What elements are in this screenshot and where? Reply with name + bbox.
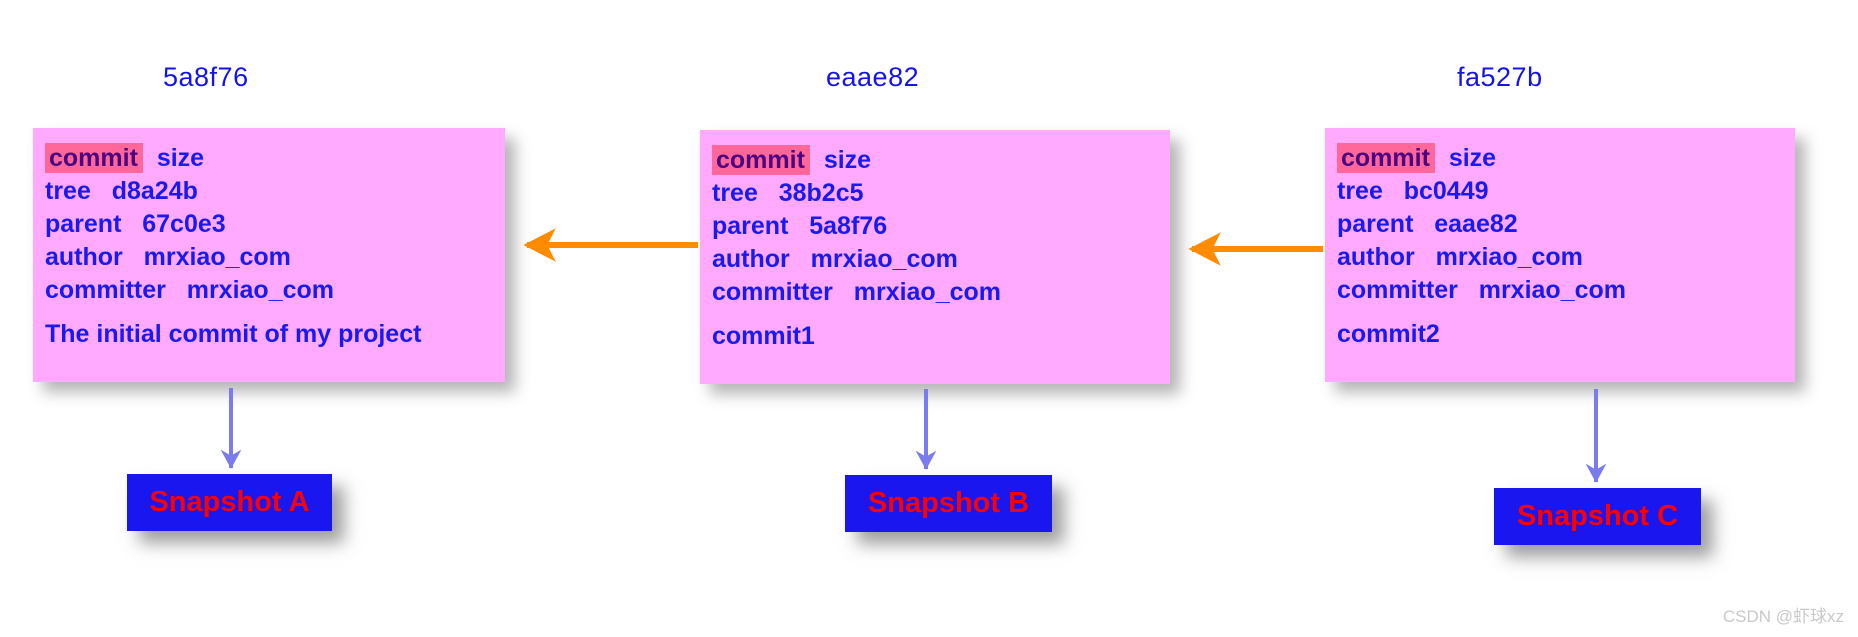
commit-object-box-1: commit size tree d8a24b parent 67c0e3 au… [33, 128, 505, 382]
commit-message-1: The initial commit of my project [45, 320, 422, 348]
commit-header-line-3: commit size [1325, 142, 1795, 175]
commit-keyword-highlight-3: commit [1337, 143, 1435, 173]
field-value: 38b2c5 [778, 179, 864, 207]
commit-field-line-1-tree: tree d8a24b [33, 175, 505, 208]
commit-keyword-highlight-1: commit [45, 143, 143, 173]
commit-field-line-1-committer: committer mrxiao_com [33, 274, 505, 307]
commit-keyword-highlight-2: commit [712, 145, 810, 175]
commit-field-line-3-parent: parent eaae82 [1325, 208, 1795, 241]
field-value: eaae82 [1434, 210, 1518, 238]
commit-hash-caption-3: fa527b [1457, 62, 1543, 92]
diagram-canvas: 5a8f76 eaae82 fa527b commit size tree d8… [0, 0, 1858, 637]
snapshot-label-b: Snapshot B [867, 487, 1030, 519]
commit-object-box-2: commit size tree 38b2c5 parent 5a8f76 au… [700, 130, 1170, 384]
field-value: 67c0e3 [142, 210, 226, 238]
field-key: parent [45, 210, 122, 238]
field-key: author [712, 245, 790, 273]
csdn-watermark: CSDN @虾球xz [1722, 607, 1844, 626]
commit-size-label-1 [143, 144, 157, 172]
commit-size-value-1: size [156, 144, 205, 172]
field-key: committer [712, 278, 833, 306]
commit-message-2: commit1 [712, 322, 815, 350]
commit-hash-caption-2: eaae82 [826, 62, 920, 92]
commit-header-line-2: commit size [700, 144, 1170, 177]
commit-hash-caption-1: 5a8f76 [163, 62, 249, 92]
snapshot-box-c: Snapshot C [1494, 488, 1701, 545]
field-key: author [1337, 243, 1415, 271]
commit-size-value-2: size [823, 146, 872, 174]
commit-field-line-3-tree: tree bc0449 [1325, 175, 1795, 208]
commit-field-line-2-committer: committer mrxiao_com [700, 276, 1170, 309]
commit-message-3: commit2 [1337, 320, 1440, 348]
commit-field-line-2-author: author mrxiao_com [700, 243, 1170, 276]
commit-field-line-1-author: author mrxiao_com [33, 241, 505, 274]
field-value: mrxiao_com [143, 243, 291, 271]
commit-field-line-2-parent: parent 5a8f76 [700, 210, 1170, 243]
field-key: author [45, 243, 123, 271]
commit-field-line-1-parent: parent 67c0e3 [33, 208, 505, 241]
field-key: parent [1337, 210, 1414, 238]
field-value: mrxiao_com [810, 245, 958, 273]
field-key: tree [1337, 177, 1383, 205]
snapshot-label-a: Snapshot A [149, 486, 310, 518]
field-value: 5a8f76 [809, 212, 888, 240]
commit-field-line-3-committer: committer mrxiao_com [1325, 274, 1795, 307]
field-value: mrxiao_com [186, 276, 335, 304]
snapshot-box-a: Snapshot A [127, 474, 332, 531]
field-key: tree [45, 177, 91, 205]
commit-size-value-3: size [1448, 144, 1497, 172]
field-value: mrxiao_com [1435, 243, 1583, 271]
snapshot-label-c: Snapshot C [1516, 500, 1679, 532]
field-key: committer [45, 276, 166, 304]
field-value: d8a24b [111, 177, 198, 205]
field-value: mrxiao_com [853, 278, 1002, 306]
commit-field-line-2-tree: tree 38b2c5 [700, 177, 1170, 210]
commit-field-line-3-author: author mrxiao_com [1325, 241, 1795, 274]
field-value: bc0449 [1403, 177, 1489, 205]
field-key: parent [712, 212, 789, 240]
commit-header-line-1: commit size [33, 142, 505, 175]
field-key: tree [712, 179, 758, 207]
field-key: committer [1337, 276, 1458, 304]
snapshot-box-b: Snapshot B [845, 475, 1052, 532]
field-value: mrxiao_com [1478, 276, 1627, 304]
commit-object-box-3: commit size tree bc0449 parent eaae82 au… [1325, 128, 1795, 382]
